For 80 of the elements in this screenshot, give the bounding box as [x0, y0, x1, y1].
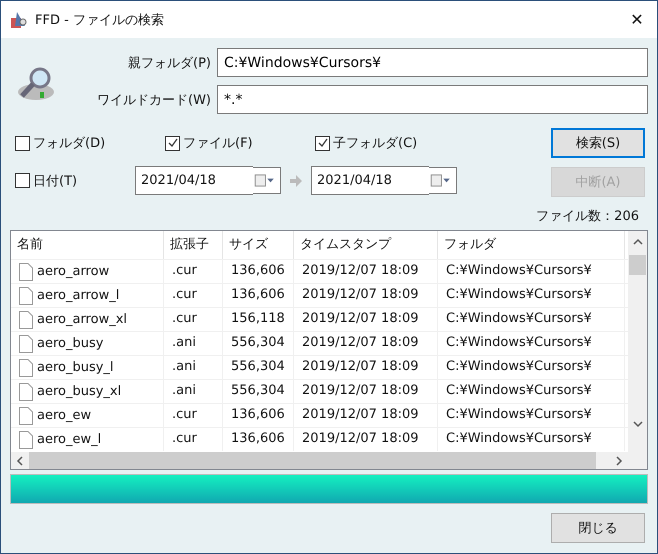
- column-header[interactable]: タイムスタンプ: [294, 231, 438, 259]
- table-cell: aero_arrow: [37, 264, 110, 279]
- scroll-down-icon[interactable]: [632, 419, 642, 429]
- table-cell: 556,304: [231, 383, 285, 398]
- table-cell: .ani: [172, 383, 196, 398]
- file-icon: [19, 310, 33, 328]
- column-header[interactable]: フォルダ: [438, 231, 625, 259]
- column-header[interactable]: サイズ: [223, 231, 294, 259]
- table-cell: .cur: [172, 311, 197, 326]
- table-cell: 2019/12/07 18:09: [302, 263, 419, 278]
- scroll-thumb[interactable]: [629, 255, 646, 275]
- table-cell: C:¥Windows¥Cursors¥: [446, 335, 592, 350]
- table-cell: aero_arrow_xl: [37, 312, 128, 327]
- table-cell: .cur: [172, 431, 197, 446]
- file-icon: [19, 382, 33, 400]
- table-cell: .ani: [172, 359, 196, 374]
- file-icon: [19, 406, 33, 424]
- scroll-left-icon[interactable]: [15, 456, 25, 466]
- table-cell: .ani: [172, 335, 196, 350]
- scroll-right-icon[interactable]: [614, 456, 624, 466]
- window-title: FFD - ファイルの検索: [35, 12, 165, 28]
- column-header[interactable]: 名前: [11, 231, 164, 259]
- table-cell: 2019/12/07 18:09: [302, 431, 419, 446]
- table-cell: 136,606: [231, 431, 285, 446]
- table-cell: C:¥Windows¥Cursors¥: [446, 311, 592, 326]
- table-cell: .cur: [172, 287, 197, 302]
- table-cell: C:¥Windows¥Cursors¥: [446, 431, 592, 446]
- input-field[interactable]: C:¥Windows¥Cursors¥: [217, 48, 648, 77]
- table-cell: aero_busy_xl: [37, 384, 122, 399]
- scroll-up-icon[interactable]: [632, 237, 642, 247]
- check-icon: [316, 137, 328, 149]
- app-icon: [9, 10, 29, 30]
- column-header[interactable]: 拡張子: [164, 231, 223, 259]
- close-icon[interactable]: ✕: [617, 10, 657, 29]
- table-cell: aero_arrow_l: [37, 288, 120, 303]
- table-cell: 2019/12/07 18:09: [302, 335, 419, 350]
- field-label: ワイルドカード(W): [96, 92, 211, 108]
- checkbox[interactable]: フォルダ(D): [15, 134, 165, 152]
- table-cell: 2019/12/07 18:09: [302, 407, 419, 422]
- table-cell: 136,606: [231, 407, 285, 422]
- search-button[interactable]: 検索(S): [551, 128, 645, 158]
- table-cell: 556,304: [231, 359, 285, 374]
- file-count: ファイル数：206: [536, 208, 639, 225]
- file-icon: [19, 358, 33, 376]
- date-picker[interactable]: 2021/04/18: [311, 166, 429, 195]
- table-cell: .cur: [172, 263, 197, 278]
- file-icon: [19, 430, 33, 448]
- file-icon: [19, 262, 33, 280]
- file-icon: [19, 286, 33, 304]
- table-cell: 136,606: [231, 287, 285, 302]
- check-icon: [166, 137, 178, 149]
- table-cell: 2019/12/07 18:09: [302, 359, 419, 374]
- arrow-right-icon: [289, 174, 303, 188]
- table-cell: aero_ew: [37, 408, 92, 423]
- table-cell: C:¥Windows¥Cursors¥: [446, 263, 592, 278]
- table-cell: C:¥Windows¥Cursors¥: [446, 407, 592, 422]
- checkbox[interactable]: ファイル(F): [165, 134, 310, 152]
- table-cell: 156,118: [231, 311, 285, 326]
- field-label: 親フォルダ(P): [127, 54, 211, 72]
- checkbox[interactable]: 日付(T): [15, 172, 135, 190]
- vertical-scrollbar[interactable]: [628, 231, 647, 469]
- calendar-dropdown-icon[interactable]: [429, 167, 457, 194]
- table-cell: C:¥Windows¥Cursors¥: [446, 359, 592, 374]
- table-cell: aero_busy: [37, 336, 104, 351]
- table-cell: C:¥Windows¥Cursors¥: [446, 383, 592, 398]
- calendar-dropdown-icon[interactable]: [253, 167, 281, 194]
- table-cell: 2019/12/07 18:09: [302, 287, 419, 302]
- file-icon: [19, 334, 33, 352]
- table-cell: 136,606: [231, 263, 285, 278]
- table-cell: aero_busy_l: [37, 360, 114, 375]
- date-picker[interactable]: 2021/04/18: [135, 166, 253, 195]
- table-cell: 2019/12/07 18:09: [302, 383, 419, 398]
- input-field[interactable]: *.*: [217, 85, 648, 114]
- table-cell: 2019/12/07 18:09: [302, 311, 419, 326]
- table-cell: .cur: [172, 407, 197, 422]
- close-button[interactable]: 閉じる: [551, 513, 645, 543]
- table-cell: C:¥Windows¥Cursors¥: [446, 287, 592, 302]
- checkbox[interactable]: 子フォルダ(C): [315, 134, 465, 152]
- table-cell: 556,304: [231, 335, 285, 350]
- table-cell: aero_ew_l: [37, 432, 102, 447]
